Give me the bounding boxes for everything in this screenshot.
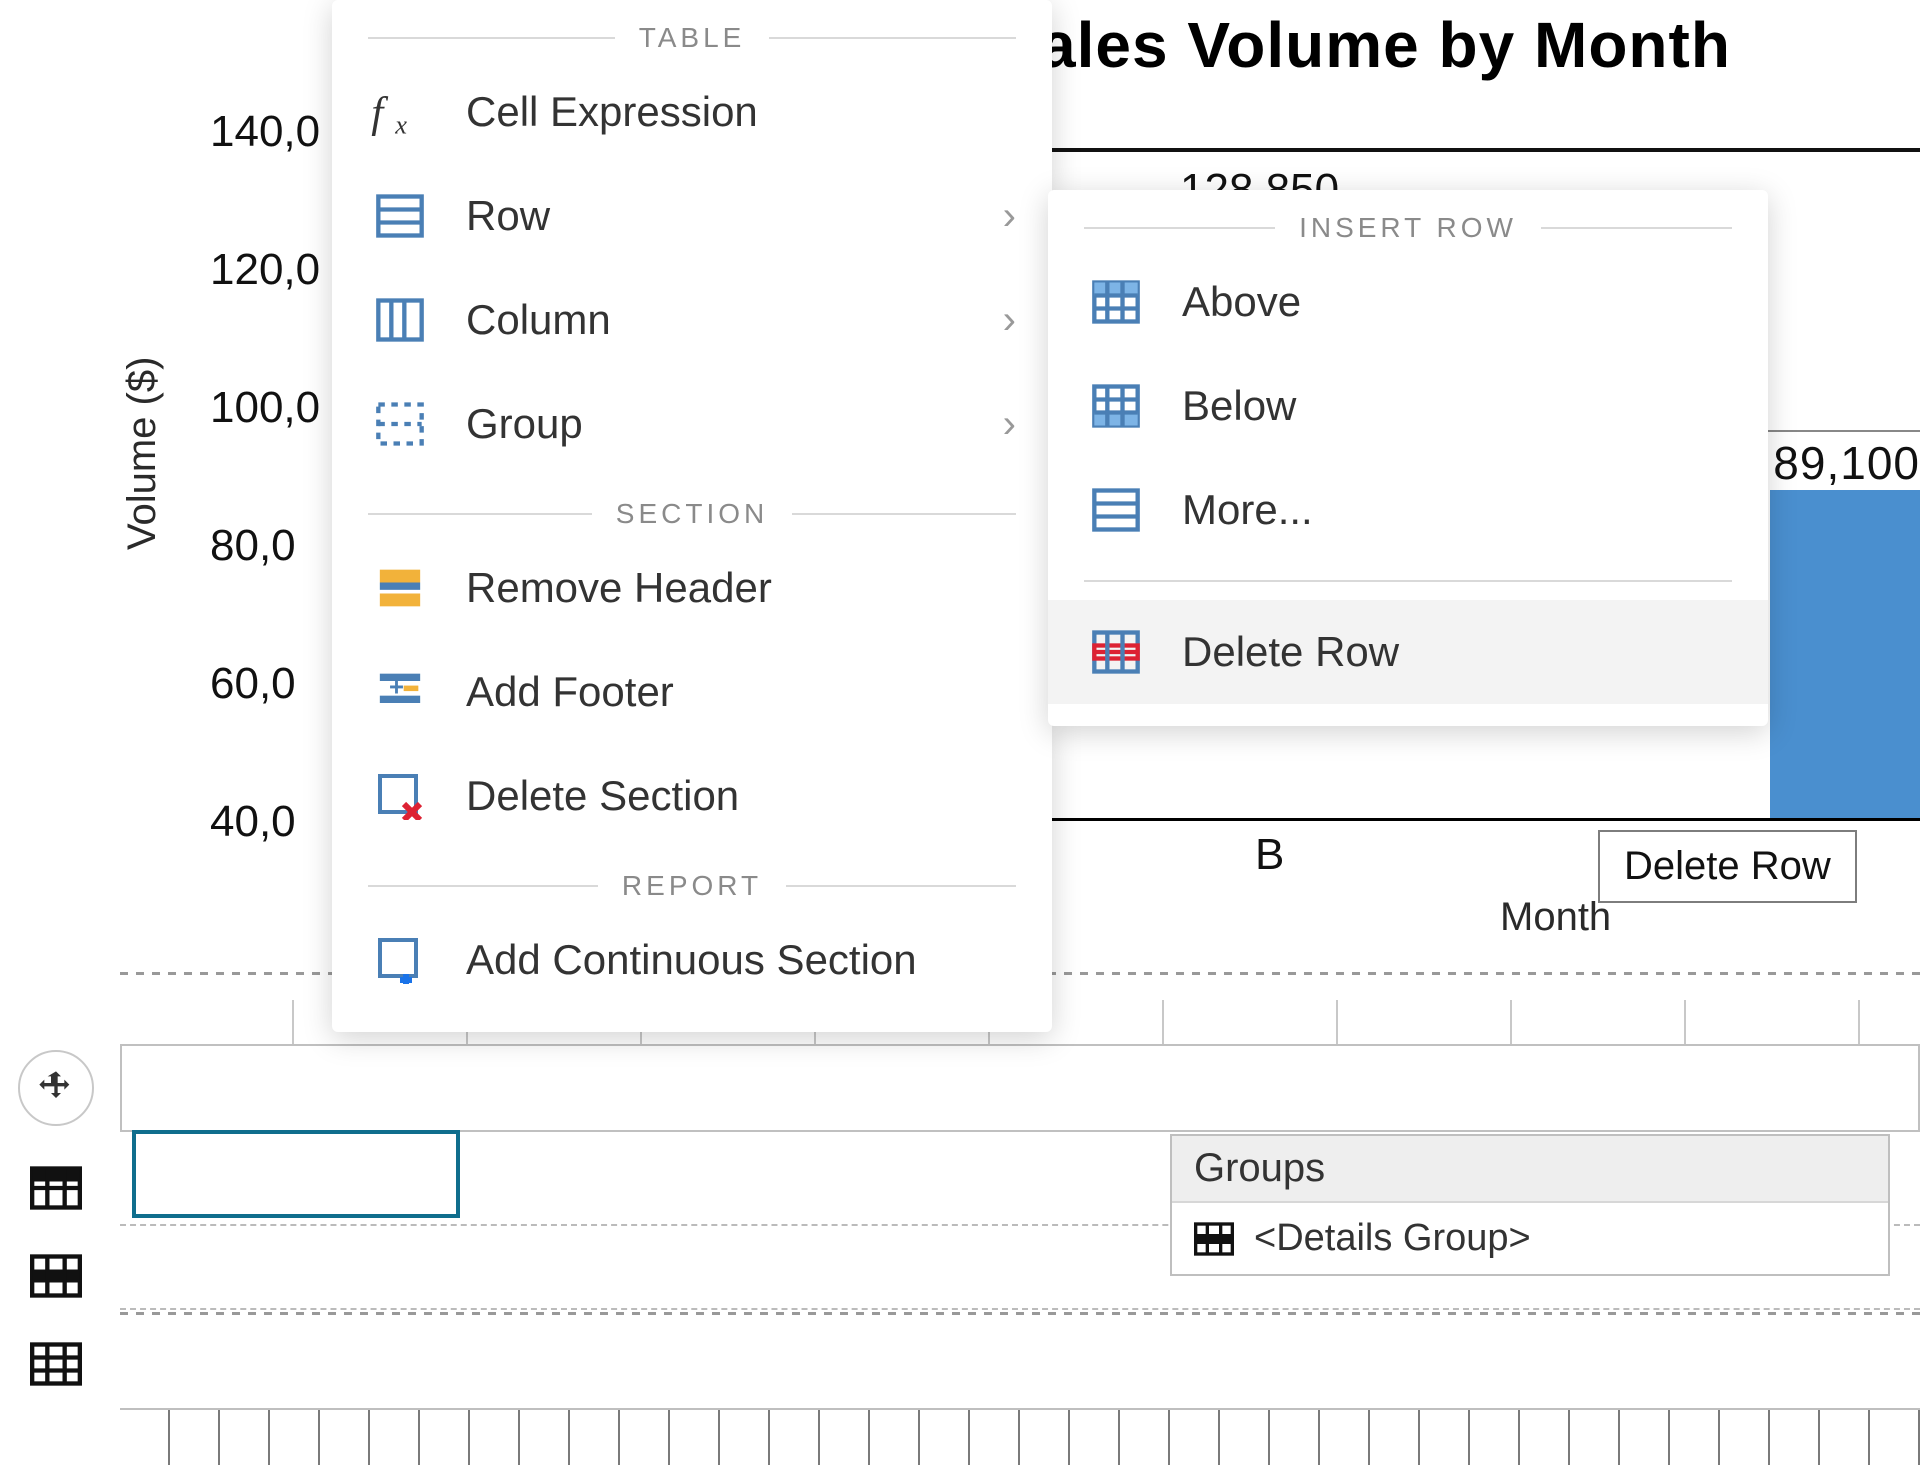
chart-baseline [1050,818,1920,821]
submenu-header-label: INSERT ROW [1299,212,1517,244]
y-tick: 60,0 [210,662,320,706]
chart-bar [1770,490,1920,818]
svg-text:+: + [389,674,404,702]
menu-item-label: Add Continuous Section [466,936,1016,984]
groups-panel: Groups <Details Group> [1170,1134,1890,1276]
table-header-row-icon[interactable] [30,1162,82,1214]
menu-item-label: Row [466,192,969,240]
submenu-item-label: Delete Row [1182,628,1732,676]
chart-top-rule [1040,148,1920,152]
table-footer-row-icon[interactable] [30,1338,82,1390]
menu-section-label: SECTION [616,498,768,530]
delete-row-icon [1084,626,1148,678]
chevron-right-icon: › [1003,402,1016,447]
rows-icon [1084,484,1148,536]
menu-section-label: REPORT [622,870,762,902]
insert-above-icon [1084,276,1148,328]
details-group-label: <Details Group> [1254,1217,1531,1260]
insert-below-icon [1084,380,1148,432]
section-boundary [120,1312,1920,1316]
menu-item-label: Add Footer [466,668,1016,716]
x-tick-label: B [1255,830,1284,880]
y-axis-ticks: 140,0 120,0 100,0 80,0 60,0 40,0 [210,110,320,938]
move-icon [36,1068,76,1108]
submenu-divider [1084,580,1732,582]
context-menu: TABLE fx Cell Expression Row › Column › … [332,0,1052,1032]
y-tick: 140,0 [210,110,320,154]
horizontal-ruler [120,1408,1920,1465]
submenu-item-insert-below[interactable]: Below [1048,354,1768,458]
chevron-right-icon: › [1003,298,1016,343]
menu-item-add-footer[interactable]: + Add Footer [332,640,1052,744]
table-row-band[interactable] [120,1044,1920,1132]
details-group-item[interactable]: <Details Group> [1172,1203,1888,1274]
fx-icon: fx [368,86,432,138]
menu-item-label: Group [466,400,969,448]
submenu-item-label: More... [1182,486,1732,534]
svg-text:f: f [371,89,388,136]
table-body-row-icon[interactable] [30,1250,82,1302]
row-submenu: INSERT ROW Above Below More... Delete Ro… [1048,190,1768,726]
y-tick: 100,0 [210,386,320,430]
columns-icon [368,294,432,346]
y-axis-label: Volume ($) [120,357,165,550]
delete-section-icon [368,770,432,822]
menu-item-add-continuous-section[interactable]: Add Continuous Section [332,908,1052,1012]
add-footer-icon: + [368,666,432,718]
details-group-icon [1194,1219,1234,1259]
submenu-item-delete-row[interactable]: Delete Row [1048,600,1768,704]
add-section-icon [368,934,432,986]
menu-section-header-section: SECTION [332,476,1052,536]
menu-item-column[interactable]: Column › [332,268,1052,372]
menu-item-label: Remove Header [466,564,1016,612]
y-tick: 40,0 [210,800,320,844]
menu-item-label: Cell Expression [466,88,1016,136]
x-axis-label: Month [1500,895,1611,940]
selected-table-cell[interactable] [132,1130,460,1218]
menu-item-delete-section[interactable]: Delete Section [332,744,1052,848]
svg-text:x: x [394,110,407,136]
groups-panel-title: Groups [1172,1136,1888,1203]
submenu-item-label: Below [1182,382,1732,430]
menu-item-group[interactable]: Group › [332,372,1052,476]
bar-data-label: 89,100 [1773,436,1920,490]
rows-icon [368,190,432,242]
menu-item-row[interactable]: Row › [332,164,1052,268]
submenu-item-insert-above[interactable]: Above [1048,250,1768,354]
chevron-right-icon: › [1003,194,1016,239]
submenu-item-insert-more[interactable]: More... [1048,458,1768,562]
menu-item-label: Column [466,296,969,344]
menu-item-remove-header[interactable]: Remove Header [332,536,1052,640]
row-gutter [10,1050,102,1390]
menu-section-header-report: REPORT [332,848,1052,908]
group-icon [368,398,432,450]
move-handle[interactable] [18,1050,94,1126]
menu-section-header-table: TABLE [332,0,1052,60]
menu-item-label: Delete Section [466,772,1016,820]
remove-header-icon [368,562,432,614]
menu-section-label: TABLE [639,22,746,54]
y-tick: 80,0 [210,524,320,568]
chart-title: ales Volume by Month [1040,8,1731,82]
menu-item-cell-expression[interactable]: fx Cell Expression [332,60,1052,164]
submenu-item-label: Above [1182,278,1732,326]
tooltip-delete-row: Delete Row [1598,830,1857,903]
submenu-header-insert-row: INSERT ROW [1048,190,1768,250]
y-tick: 120,0 [210,248,320,292]
